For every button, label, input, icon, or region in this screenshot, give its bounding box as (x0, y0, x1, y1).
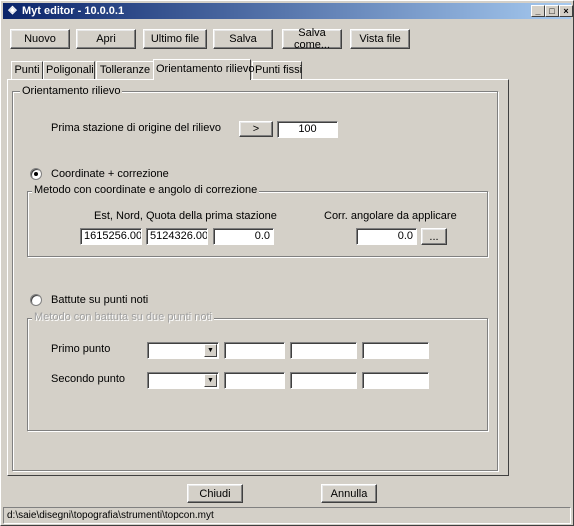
maximize-button[interactable]: □ (545, 5, 559, 17)
chevron-down-icon[interactable]: ▼ (204, 344, 217, 357)
tab-punti-fissi[interactable]: Punti fissi (252, 61, 302, 79)
new-button[interactable]: Nuovo (10, 29, 70, 49)
save-as-button[interactable]: Salva come... (282, 27, 342, 51)
points-radio-label: Battute su punti noti (51, 294, 149, 306)
view-file-button[interactable]: Vista file (350, 29, 410, 49)
window-title: Myt editor - 10.0.0.1 (22, 5, 125, 17)
second-point-field-2[interactable] (290, 372, 357, 389)
coords-method-group (27, 191, 488, 257)
tab-orientamento-rilievo[interactable]: Orientamento rilievo (153, 59, 254, 80)
app-icon: ◈ (8, 4, 17, 16)
second-point-select[interactable]: ▼ (147, 372, 219, 389)
title-bar[interactable]: ◈ Myt editor - 10.0.0.1 _ □ × (3, 3, 573, 19)
orientation-group-title: Orientamento rilievo (20, 85, 123, 98)
last-file-button[interactable]: Ultimo file (143, 29, 207, 49)
tab-poligonali[interactable]: Poligonali (43, 61, 95, 79)
cancel-button[interactable]: Annulla (321, 484, 377, 503)
origin-station-button[interactable]: > (239, 121, 273, 137)
tab-panel: Orientamento rilievo Prima stazione di o… (7, 79, 509, 476)
east-field[interactable]: 1615256.00 (80, 228, 142, 245)
radio-selected-dot (34, 172, 38, 176)
north-field[interactable]: 5124326.00 (146, 228, 208, 245)
status-bar: d:\saie\disegni\topografia\strumenti\top… (3, 507, 571, 524)
open-button[interactable]: Apri (76, 29, 136, 49)
first-point-field-1[interactable] (224, 342, 285, 359)
coords-method-title: Metodo con coordinate e angolo di correz… (32, 184, 260, 197)
coords-label: Est, Nord, Quota della prima stazione (94, 210, 277, 222)
corr-field[interactable]: 0.0 (356, 228, 417, 245)
first-point-field-3[interactable] (362, 342, 429, 359)
coords-radio-label: Coordinate + correzione (51, 168, 169, 180)
second-point-field-1[interactable] (224, 372, 285, 389)
corr-label: Corr. angolare da applicare (324, 210, 457, 222)
points-radio[interactable] (30, 294, 42, 306)
first-point-select[interactable]: ▼ (147, 342, 219, 359)
editor-window: ◈ Myt editor - 10.0.0.1 _ □ × Nuovo Apri… (0, 0, 574, 526)
first-point-label: Primo punto (51, 343, 111, 355)
second-point-label: Secondo punto (51, 373, 126, 385)
chevron-down-icon[interactable]: ▼ (204, 374, 217, 387)
points-method-title: Metodo con battuta su due punti noti (32, 311, 214, 324)
coords-radio[interactable] (30, 168, 42, 180)
second-point-field-3[interactable] (362, 372, 429, 389)
origin-station-label: Prima stazione di origine del rilievo (51, 122, 221, 134)
corr-more-button[interactable]: ... (421, 228, 447, 245)
tab-punti[interactable]: Punti (11, 61, 43, 79)
close-window-button[interactable]: × (559, 5, 573, 17)
origin-station-field[interactable]: 100 (277, 121, 338, 138)
first-point-field-2[interactable] (290, 342, 357, 359)
tab-tolleranze[interactable]: Tolleranze (96, 61, 154, 79)
save-button[interactable]: Salva (213, 29, 273, 49)
elevation-field[interactable]: 0.0 (213, 228, 274, 245)
close-button[interactable]: Chiudi (187, 484, 243, 503)
minimize-button[interactable]: _ (531, 5, 545, 17)
